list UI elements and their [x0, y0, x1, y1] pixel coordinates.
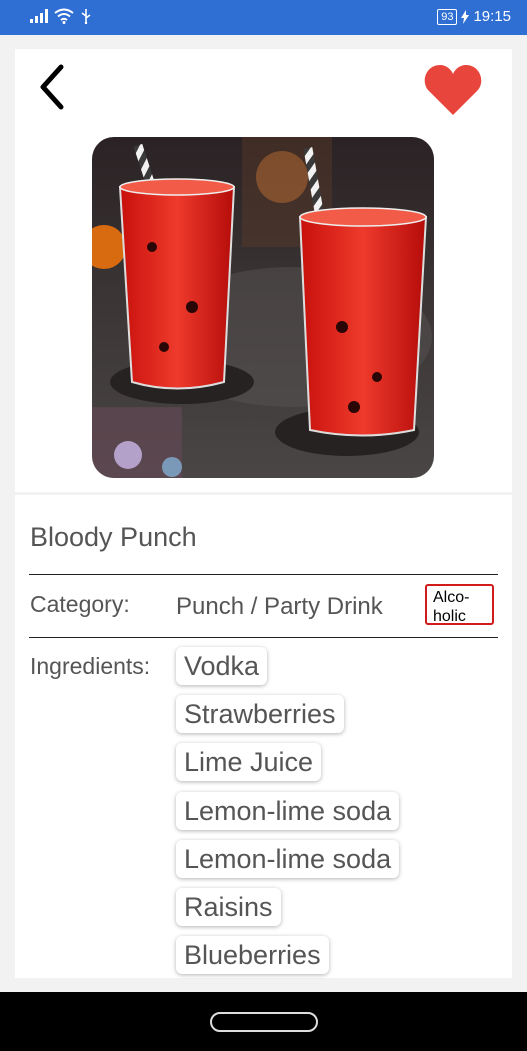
ingredient-chip[interactable]: Lime Juice	[176, 743, 322, 781]
ingredient-chip[interactable]: Strawberries	[176, 695, 344, 733]
alcoholic-badge-line2: holic	[433, 608, 466, 625]
ingredient-chip[interactable]: Vodka	[176, 647, 268, 685]
favorite-button[interactable]	[424, 63, 482, 117]
category-label: Category:	[30, 591, 130, 617]
wifi-icon	[54, 8, 74, 24]
divider	[29, 637, 498, 638]
back-button[interactable]	[35, 63, 69, 111]
battery-level: 93	[437, 8, 458, 25]
divider	[29, 574, 498, 575]
ingredient-chip[interactable]: Lemon-lime soda	[176, 840, 400, 878]
status-icons-left	[30, 8, 92, 24]
ingredient-chip[interactable]: Lemon-lime soda	[176, 792, 400, 830]
clock: 19:15	[473, 8, 511, 25]
home-gesture-handle[interactable]	[210, 1012, 318, 1032]
drink-name: Bloody Punch	[30, 522, 197, 552]
drink-header-card	[15, 49, 512, 492]
usb-icon	[81, 9, 91, 24]
ingredients-label: Ingredients:	[30, 653, 151, 679]
status-icons-right: 93 19:15	[437, 8, 511, 25]
chevron-left-icon	[40, 64, 64, 110]
ingredient-chip[interactable]: Blueberries	[176, 936, 329, 974]
ingredient-chip[interactable]: Raisins	[176, 888, 281, 926]
heart-icon	[424, 65, 482, 115]
drink-photo	[92, 137, 434, 478]
alcoholic-badge-line1: Alco-	[433, 589, 470, 606]
status-bar: 93 19:15	[0, 0, 527, 35]
alcoholic-badge: Alco- holic	[425, 584, 494, 625]
category-value: Punch / Party Drink	[176, 593, 383, 620]
charging-icon	[461, 9, 470, 24]
signal-icon	[30, 9, 48, 23]
drink-details-card: Bloody Punch Category: Punch / Party Dri…	[15, 495, 512, 978]
navigation-bar	[0, 992, 527, 1051]
